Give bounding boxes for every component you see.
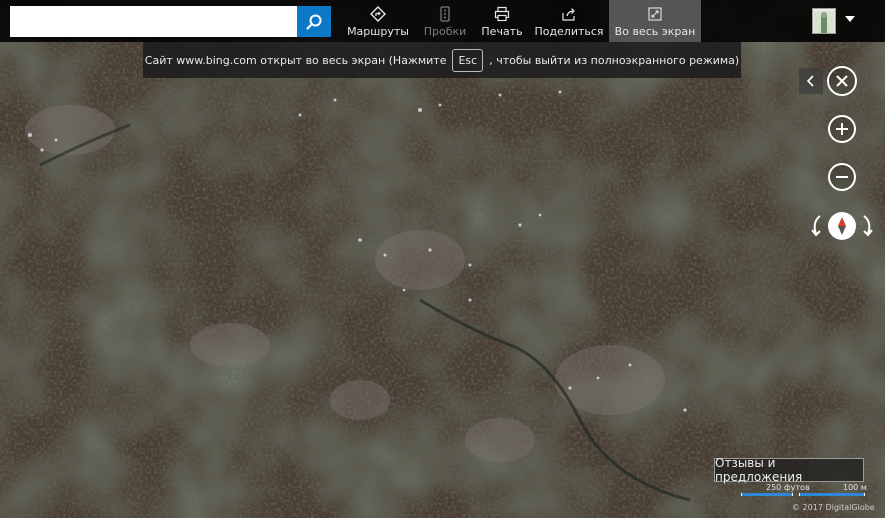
compass-button[interactable] <box>828 212 856 240</box>
share-label: Поделиться <box>534 25 604 38</box>
rotate-left-button[interactable] <box>808 214 824 238</box>
avatar[interactable] <box>812 8 836 34</box>
search-button[interactable] <box>297 6 331 37</box>
rotate-left-icon <box>811 215 821 237</box>
fullscreen-icon <box>648 4 662 24</box>
search-input[interactable] <box>10 6 297 37</box>
traffic-icon <box>439 4 451 24</box>
zoom-in-button[interactable] <box>828 115 856 143</box>
traffic-label: Пробки <box>423 25 467 38</box>
chevron-left-icon <box>806 75 814 87</box>
collapse-panel-button[interactable] <box>799 68 823 94</box>
scale-bar-metric <box>799 493 865 496</box>
zoom-out-button[interactable] <box>828 163 856 191</box>
fullscreen-button[interactable]: Во весь экран <box>609 0 701 42</box>
scale-bar-imperial <box>741 493 793 496</box>
print-button[interactable]: Печать <box>478 0 526 42</box>
top-toolbar: Маршруты Пробки Печать Поделиться Во вес… <box>0 0 885 42</box>
scale-label-metric: 100 м <box>843 483 867 492</box>
esc-key-badge: Esc <box>452 48 484 72</box>
notice-text-before: Сайт www.bing.com открыт во весь экран (… <box>144 53 447 67</box>
notice-text-after: , чтобы выйти из полноэкранного режима) <box>489 53 740 67</box>
feedback-button[interactable]: Отзывы и предложения <box>714 456 864 484</box>
user-icon <box>814 11 834 33</box>
directions-icon <box>370 4 386 24</box>
rotate-right-button[interactable] <box>860 214 876 238</box>
close-icon <box>836 75 848 87</box>
share-button[interactable]: Поделиться <box>534 0 604 42</box>
account-menu-caret[interactable] <box>845 16 855 22</box>
search-icon <box>306 14 322 30</box>
minus-icon <box>836 176 848 178</box>
rotate-right-icon <box>863 215 873 237</box>
scale-label-imperial: 250 футов <box>766 483 810 492</box>
print-label: Печать <box>481 25 523 38</box>
fullscreen-notice: Сайт www.bing.com открыт во весь экран (… <box>143 42 741 78</box>
share-icon <box>561 4 577 24</box>
compass-icon <box>838 217 846 235</box>
exit-fullscreen-button[interactable] <box>827 66 857 96</box>
fullscreen-label: Во весь экран <box>614 25 696 38</box>
print-icon <box>494 4 510 24</box>
directions-button[interactable]: Маршруты <box>344 0 412 42</box>
plus-icon <box>836 123 848 135</box>
copyright-text: © 2017 DigitalGlobe <box>792 503 875 512</box>
directions-label: Маршруты <box>347 25 409 38</box>
traffic-button[interactable]: Пробки <box>418 0 472 42</box>
